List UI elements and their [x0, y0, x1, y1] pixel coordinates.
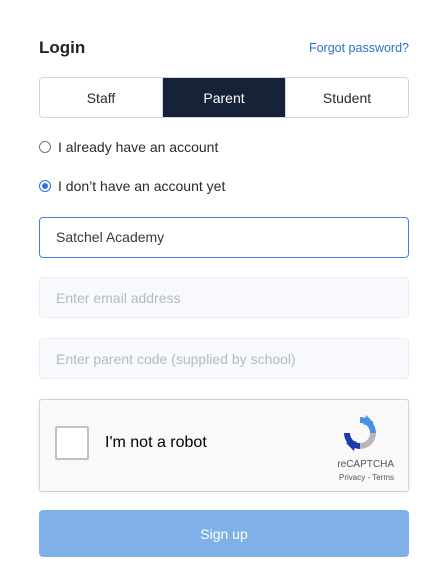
email-field[interactable] — [39, 277, 409, 318]
recaptcha-checkbox[interactable] — [55, 426, 89, 460]
recaptcha-brand: reCAPTCHA — [337, 459, 394, 470]
school-field[interactable]: Satchel Academy — [39, 217, 409, 258]
radio-no-account[interactable]: I don’t have an account yet — [39, 178, 225, 194]
radio-have-account-label: I already have an account — [58, 139, 219, 155]
radio-no-account-label: I don’t have an account yet — [58, 178, 226, 194]
recaptcha-label: I'm not a robot — [105, 434, 207, 451]
page-title: Login — [39, 38, 86, 57]
tab-student[interactable]: Student — [285, 78, 408, 117]
parent-code-field[interactable] — [39, 338, 409, 379]
forgot-password-link[interactable]: Forgot password? — [309, 39, 409, 57]
recaptcha-logo-icon — [344, 415, 376, 451]
login-header: Login Forgot password? — [39, 36, 409, 60]
radio-no-account-circle[interactable] — [39, 180, 51, 192]
recaptcha-links[interactable]: Privacy - Terms — [339, 473, 394, 482]
tab-staff[interactable]: Staff — [40, 78, 162, 117]
radio-have-account[interactable]: I already have an account — [39, 139, 218, 155]
radio-have-account-circle[interactable] — [39, 141, 51, 153]
role-tabs: Staff Parent Student — [39, 77, 409, 118]
tab-parent[interactable]: Parent — [162, 78, 285, 117]
recaptcha-widget: I'm not a robot reCAPTCHA Privacy - Term… — [39, 399, 409, 492]
sign-up-button[interactable]: Sign up — [39, 510, 409, 557]
